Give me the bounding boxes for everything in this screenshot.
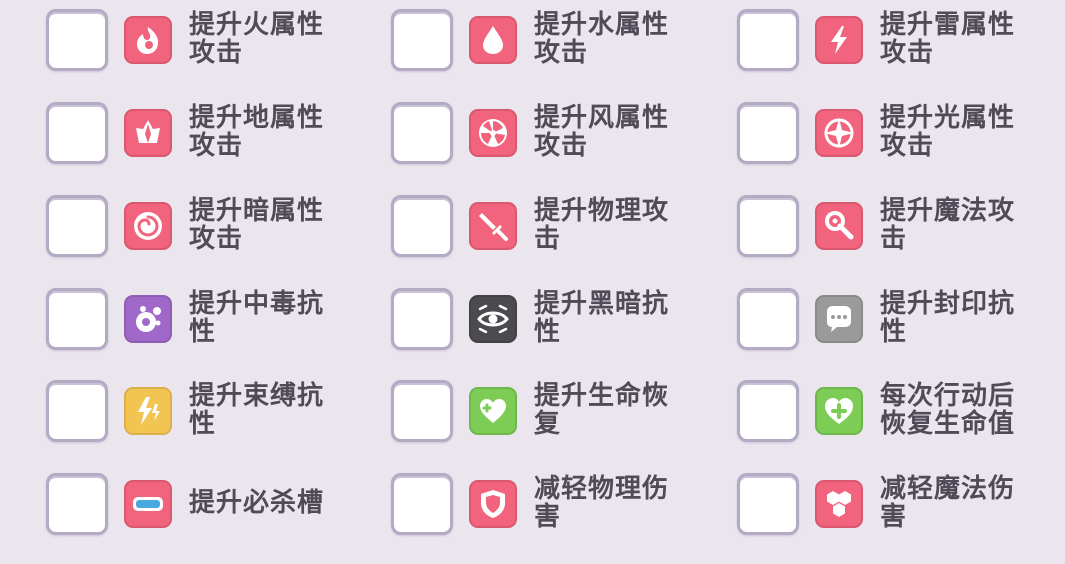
skill-label: 提升雷属性攻击	[880, 10, 1016, 68]
seal-speech-icon	[815, 295, 863, 343]
skill-item-magic: 提升魔法攻击	[737, 195, 1065, 267]
light-star-icon	[815, 109, 863, 157]
earth-crystal-icon	[124, 109, 172, 157]
skill-label: 提升中毒抗性	[189, 289, 325, 347]
poison-bubble-icon	[124, 295, 172, 343]
skill-label: 提升束缚抗性	[189, 381, 325, 439]
skill-slot[interactable]	[46, 380, 108, 442]
skill-label: 提升暗属性攻击	[189, 196, 325, 254]
skill-label: 提升风属性攻击	[534, 103, 670, 161]
skill-item-thunder: 提升雷属性攻击	[737, 9, 1065, 81]
skill-slot[interactable]	[46, 102, 108, 164]
skill-label: 每次行动后恢复生命值	[880, 381, 1016, 439]
skill-item-special-gauge: 提升必杀槽	[46, 473, 376, 545]
skill-slot[interactable]	[46, 473, 108, 535]
magic-hexagon-icon	[815, 480, 863, 528]
skill-slot[interactable]	[46, 9, 108, 71]
skill-slot[interactable]	[391, 102, 453, 164]
skill-item-wind: 提升风属性攻击	[391, 102, 721, 174]
skill-item-light: 提升光属性攻击	[737, 102, 1065, 174]
wind-fan-icon	[469, 109, 517, 157]
skill-item-seal-resist: 提升封印抗性	[737, 288, 1065, 360]
skill-slot[interactable]	[391, 473, 453, 535]
skill-slot[interactable]	[391, 9, 453, 71]
skill-slot[interactable]	[737, 195, 799, 257]
skill-item-phys-reduce: 减轻物理伤害	[391, 473, 721, 545]
skill-label: 提升魔法攻击	[880, 196, 1016, 254]
skill-slot[interactable]	[46, 195, 108, 257]
skill-item-poison-resist: 提升中毒抗性	[46, 288, 376, 360]
skill-slot[interactable]	[737, 380, 799, 442]
heart-cross-icon	[815, 387, 863, 435]
skill-item-dark-resist: 提升黑暗抗性	[391, 288, 721, 360]
skill-item-earth: 提升地属性攻击	[46, 102, 376, 174]
heart-heal-icon	[469, 387, 517, 435]
skill-item-fire: 提升火属性攻击	[46, 9, 376, 81]
skill-slot[interactable]	[391, 380, 453, 442]
skill-grid: 提升火属性攻击 提升水属性攻击 提升雷属性攻击 提升地属性攻击 提升风属性攻击	[0, 0, 1065, 564]
skill-label: 提升黑暗抗性	[534, 289, 670, 347]
skill-slot[interactable]	[391, 195, 453, 257]
skill-label: 提升物理攻击	[534, 196, 670, 254]
skill-label: 提升地属性攻击	[189, 103, 325, 161]
water-drop-icon	[469, 16, 517, 64]
blind-eye-icon	[469, 295, 517, 343]
skill-label: 提升封印抗性	[880, 289, 1016, 347]
skill-item-turn-regen: 每次行动后恢复生命值	[737, 380, 1065, 452]
skill-label: 提升必杀槽	[189, 488, 325, 518]
skill-item-hp-regen: 提升生命恢复	[391, 380, 721, 452]
skill-label: 提升水属性攻击	[534, 10, 670, 68]
skill-slot[interactable]	[737, 288, 799, 350]
shield-icon	[469, 480, 517, 528]
skill-label: 提升光属性攻击	[880, 103, 1016, 161]
skill-slot[interactable]	[737, 102, 799, 164]
sword-icon	[469, 202, 517, 250]
lightning-icon	[815, 16, 863, 64]
skill-label: 提升火属性攻击	[189, 10, 325, 68]
skill-slot[interactable]	[46, 288, 108, 350]
skill-label: 减轻物理伤害	[534, 474, 670, 532]
skill-slot[interactable]	[391, 288, 453, 350]
gauge-bar-icon	[124, 480, 172, 528]
magic-wand-icon	[815, 202, 863, 250]
skill-slot[interactable]	[737, 9, 799, 71]
skill-label: 减轻魔法伤害	[880, 474, 1016, 532]
skill-item-physical: 提升物理攻击	[391, 195, 721, 267]
skill-item-magic-reduce: 减轻魔法伤害	[737, 473, 1065, 545]
skill-item-bind-resist: 提升束缚抗性	[46, 380, 376, 452]
fire-icon	[124, 16, 172, 64]
skill-slot[interactable]	[737, 473, 799, 535]
dark-spiral-icon	[124, 202, 172, 250]
skill-item-water: 提升水属性攻击	[391, 9, 721, 81]
skill-label: 提升生命恢复	[534, 381, 670, 439]
bind-lightning-icon	[124, 387, 172, 435]
skill-item-dark: 提升暗属性攻击	[46, 195, 376, 267]
